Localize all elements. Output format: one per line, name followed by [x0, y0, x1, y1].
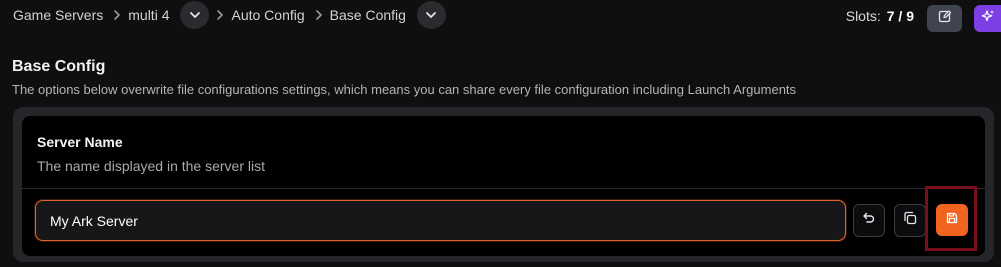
- slots-value: 7 / 9: [886, 8, 914, 24]
- chevron-right-icon: [106, 9, 128, 21]
- breadcrumb-base-config[interactable]: Base Config: [330, 7, 409, 23]
- undo-button[interactable]: [853, 204, 885, 237]
- field-title: Server Name: [37, 134, 123, 150]
- breadcrumb-game-servers[interactable]: Game Servers: [13, 7, 106, 23]
- copy-icon: [903, 211, 917, 230]
- edit-button[interactable]: [927, 5, 962, 32]
- magic-button[interactable]: [974, 5, 1001, 32]
- slots-label: Slots:: [845, 8, 881, 24]
- chevron-down-icon[interactable]: [416, 1, 446, 29]
- top-bar: Game Servers multi 4 Auto Config Base Co…: [0, 0, 1001, 34]
- chevron-down-icon[interactable]: [180, 1, 210, 29]
- breadcrumb: Game Servers multi 4 Auto Config Base Co…: [13, 1, 446, 29]
- highlight-box: [925, 186, 977, 251]
- chevron-right-icon: [308, 9, 330, 21]
- field-description: The name displayed in the server list: [37, 158, 265, 174]
- slots-indicator: Slots: 7 / 9: [846, 8, 914, 24]
- copy-button[interactable]: [894, 204, 926, 237]
- breadcrumb-multi-4[interactable]: multi 4: [128, 7, 172, 23]
- undo-icon: [862, 211, 876, 230]
- section-title: Base Config: [12, 58, 106, 75]
- server-name-input[interactable]: [36, 201, 845, 240]
- edit-icon: [938, 9, 952, 28]
- breadcrumb-auto-config[interactable]: Auto Config: [231, 7, 307, 23]
- server-name-field: [35, 200, 846, 241]
- divider: [22, 188, 985, 189]
- section-description: The options below overwrite file configu…: [12, 82, 797, 97]
- sparkles-icon: [981, 9, 995, 28]
- chevron-right-icon: [209, 9, 231, 21]
